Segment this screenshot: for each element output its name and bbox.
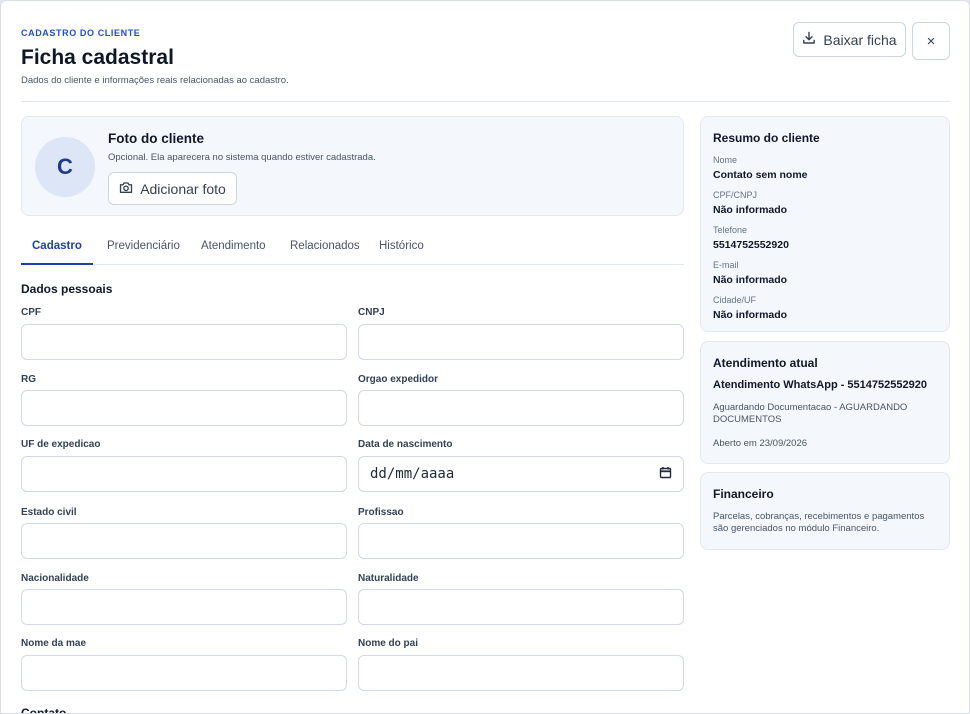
download-record-button[interactable]: Baixar ficha [793,22,906,57]
rg-field[interactable] [21,390,347,426]
marital-status-label: Estado civil [21,507,77,518]
avatar: C [35,137,95,197]
tab-bar: Cadastro Previdenciário Atendimento Rela… [21,231,684,265]
finance-title: Financeiro [713,487,774,501]
father-name-field[interactable] [358,655,684,691]
birthplace-field[interactable] [358,589,684,625]
issuing-agency-label: Orgao expedidor [358,374,439,385]
summary-email-label: E-mail [713,260,739,270]
mother-name-label: Nome da mae [21,638,87,649]
nationality-field[interactable] [21,589,347,625]
add-photo-label: Adicionar foto [140,180,226,197]
calendar-icon[interactable] [659,466,672,483]
client-photo-card: C Foto do cliente Opcional. Ela aparecer… [21,116,684,216]
download-icon [802,31,816,48]
page-title: Ficha cadastral [21,46,174,69]
cpf-field[interactable] [21,324,347,360]
camera-icon [119,181,133,197]
summary-title: Resumo do cliente [713,131,820,145]
birth-date-placeholder: dd/mm/aaaa [370,466,455,482]
summary-phone-value: 5514752552920 [713,239,789,251]
summary-city-value: Não informado [713,309,788,321]
father-name-label: Nome do pai [358,638,419,649]
attendance-name: Atendimento WhatsApp - 5514752552920 [713,379,927,391]
current-attendance-card: Atendimento atual Atendimento WhatsApp -… [700,341,950,464]
tab-relacionados[interactable]: Relacionados [290,231,360,265]
add-photo-button[interactable]: Adicionar foto [108,172,237,205]
tab-previdenciario[interactable]: Previdenciário [107,231,180,265]
profession-field[interactable] [358,523,684,559]
summary-city-label: Cidade/UF [713,295,757,305]
summary-email-value: Não informado [713,274,788,286]
finance-description: Parcelas, cobranças, recebimentos e paga… [713,511,925,534]
issuing-state-field[interactable] [21,456,347,492]
personal-data-heading: Dados pessoais [21,282,113,296]
client-record-modal: CADASTRO DO CLIENTE Ficha cadastral Dado… [0,0,970,714]
close-button[interactable]: × [912,22,950,60]
nationality-label: Nacionalidade [21,573,89,584]
cnpj-field[interactable] [358,324,684,360]
tab-cadastro[interactable]: Cadastro [21,231,93,265]
photo-title: Foto do cliente [108,131,204,146]
marital-status-field[interactable] [21,523,347,559]
mother-name-field[interactable] [21,655,347,691]
summary-document-label: CPF/CNPJ [713,190,758,200]
cpf-label: CPF [21,307,41,318]
summary-phone-label: Telefone [713,225,748,235]
finance-card: Financeiro Parcelas, cobranças, recebime… [700,472,950,550]
attendance-title: Atendimento atual [713,356,818,370]
attendance-opened-date: Aberto em 23/09/2026 [713,438,808,449]
eyebrow-label: CADASTRO DO CLIENTE [21,28,141,38]
birth-date-field[interactable]: dd/mm/aaaa [358,456,684,492]
cnpj-label: CNPJ [358,307,385,318]
attendance-status: Aguardando Documentacao - AGUARDANDO DOC… [713,402,908,425]
issuing-agency-field[interactable] [358,390,684,426]
close-icon: × [926,32,936,50]
photo-description: Opcional. Ela aparecera no sistema quand… [108,152,376,163]
tab-atendimento[interactable]: Atendimento [201,231,266,265]
tab-historico[interactable]: Histórico [379,231,424,265]
rg-label: RG [21,374,36,385]
summary-name-label: Nome [713,155,738,165]
summary-document-value: Não informado [713,204,788,216]
summary-name-value: Contato sem nome [713,169,808,181]
birth-date-label: Data de nascimento [358,439,453,450]
issuing-state-label: UF de expedicao [21,439,101,450]
header-divider [21,101,950,102]
page-subtitle: Dados do cliente e informações reais rel… [21,75,289,86]
contact-heading: Contato [21,706,67,714]
download-button-label: Baixar ficha [823,31,897,48]
client-summary-card: Resumo do cliente Nome Contato sem nome … [700,116,950,332]
birthplace-label: Naturalidade [358,573,419,584]
profession-label: Profissao [358,507,404,518]
